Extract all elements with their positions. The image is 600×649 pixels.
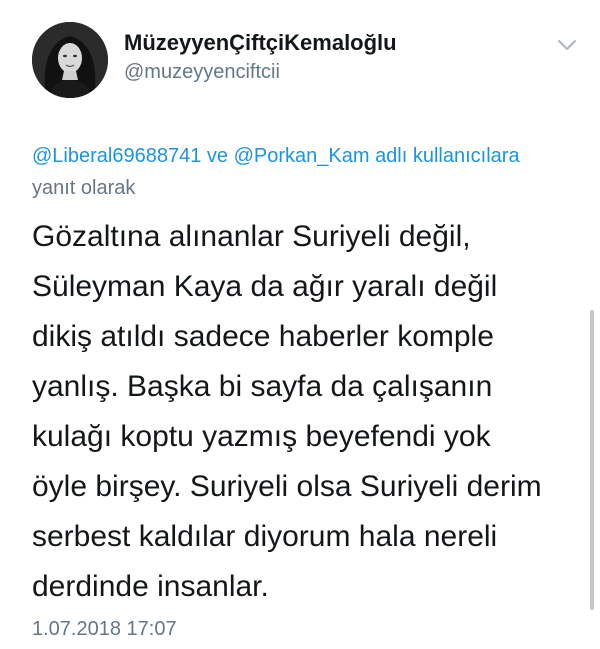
display-name[interactable]: MüzeyyenÇiftçiKemaloğlu xyxy=(124,30,397,56)
avatar[interactable] xyxy=(32,22,108,98)
chevron-down-icon[interactable] xyxy=(556,36,578,54)
scrollbar[interactable] xyxy=(590,310,594,610)
mention-connector: ve xyxy=(206,145,229,167)
mention-link-1[interactable]: @Liberal69688741 xyxy=(32,145,201,167)
mention-link-2[interactable]: @Porkan_Kam xyxy=(234,145,370,167)
reply-users-link[interactable]: adlı kullanıcılara xyxy=(375,145,520,167)
user-handle[interactable]: @muzeyyenciftcii xyxy=(124,61,280,84)
tweet-text: Gözaltına alınanlar Suriyeli değil, Süle… xyxy=(32,220,542,603)
profile-photo-icon xyxy=(32,22,108,98)
reply-label: yanıt olarak xyxy=(32,177,136,199)
reply-context: @Liberal69688741 ve @Porkan_Kam adlı kul… xyxy=(32,140,552,204)
tweet-timestamp[interactable]: 1.07.2018 17:07 xyxy=(32,618,177,641)
